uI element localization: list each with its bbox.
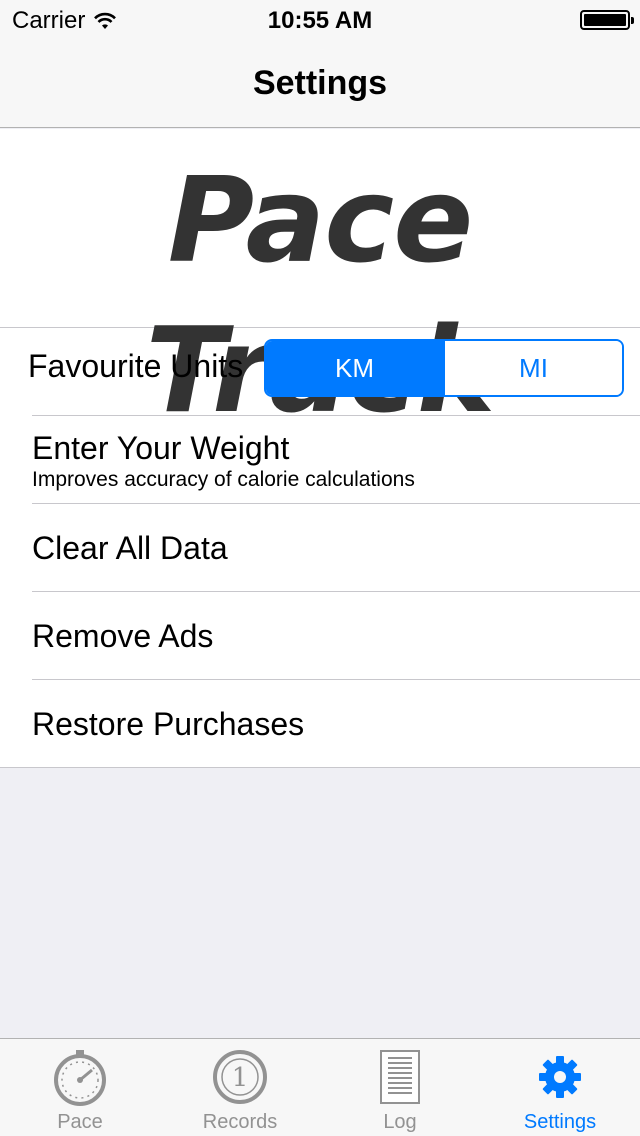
tab-records-label: Records (202, 1111, 278, 1133)
gear-icon (530, 1047, 590, 1107)
logo-banner: Pace Track (0, 129, 640, 439)
tab-bar: Pace 1 Records Log Settings (0, 1038, 640, 1136)
status-time: 10:55 AM (267, 7, 373, 34)
units-segmented-control[interactable]: KM MI (264, 339, 624, 397)
clear-all-data-label: Clear All Data (32, 530, 228, 566)
tab-pace-label: Pace (57, 1111, 103, 1133)
restore-purchases-label: Restore Purchases (32, 706, 305, 742)
tab-pace[interactable]: Pace (0, 1039, 160, 1136)
tab-log[interactable]: Log (320, 1039, 480, 1136)
navigation-bar: Settings (0, 40, 640, 128)
page-title: Settings (252, 64, 388, 102)
enter-weight-label: Enter Your Weight (32, 430, 290, 466)
enter-weight-subtitle: Improves accuracy of calorie calculation… (32, 468, 415, 491)
remove-ads-row[interactable]: Remove Ads (0, 592, 640, 680)
record-number-icon: 1 (210, 1047, 270, 1107)
restore-purchases-row[interactable]: Restore Purchases (0, 680, 640, 768)
battery-icon (580, 10, 634, 30)
tab-log-label: Log (383, 1111, 417, 1133)
units-km-segment[interactable]: KM (266, 341, 443, 395)
units-mi-segment[interactable]: MI (443, 341, 622, 395)
tab-settings[interactable]: Settings (480, 1039, 640, 1136)
remove-ads-label: Remove Ads (32, 618, 214, 654)
settings-table: Pace Track Favourite Units KM MI Enter Y… (0, 129, 640, 768)
record-number-text: 1 (232, 1063, 249, 1093)
tab-settings-label: Settings (523, 1111, 597, 1133)
tab-records[interactable]: 1 Records (160, 1039, 320, 1136)
enter-weight-row[interactable]: Enter Your Weight Improves accuracy of c… (0, 416, 640, 504)
units-row: Favourite Units KM MI (0, 328, 640, 416)
clear-all-data-row[interactable]: Clear All Data (0, 504, 640, 592)
status-bar: Carrier 10:55 AM (0, 0, 640, 40)
document-icon (370, 1047, 430, 1107)
units-label: Favourite Units (28, 348, 244, 384)
stopwatch-icon (50, 1047, 110, 1107)
